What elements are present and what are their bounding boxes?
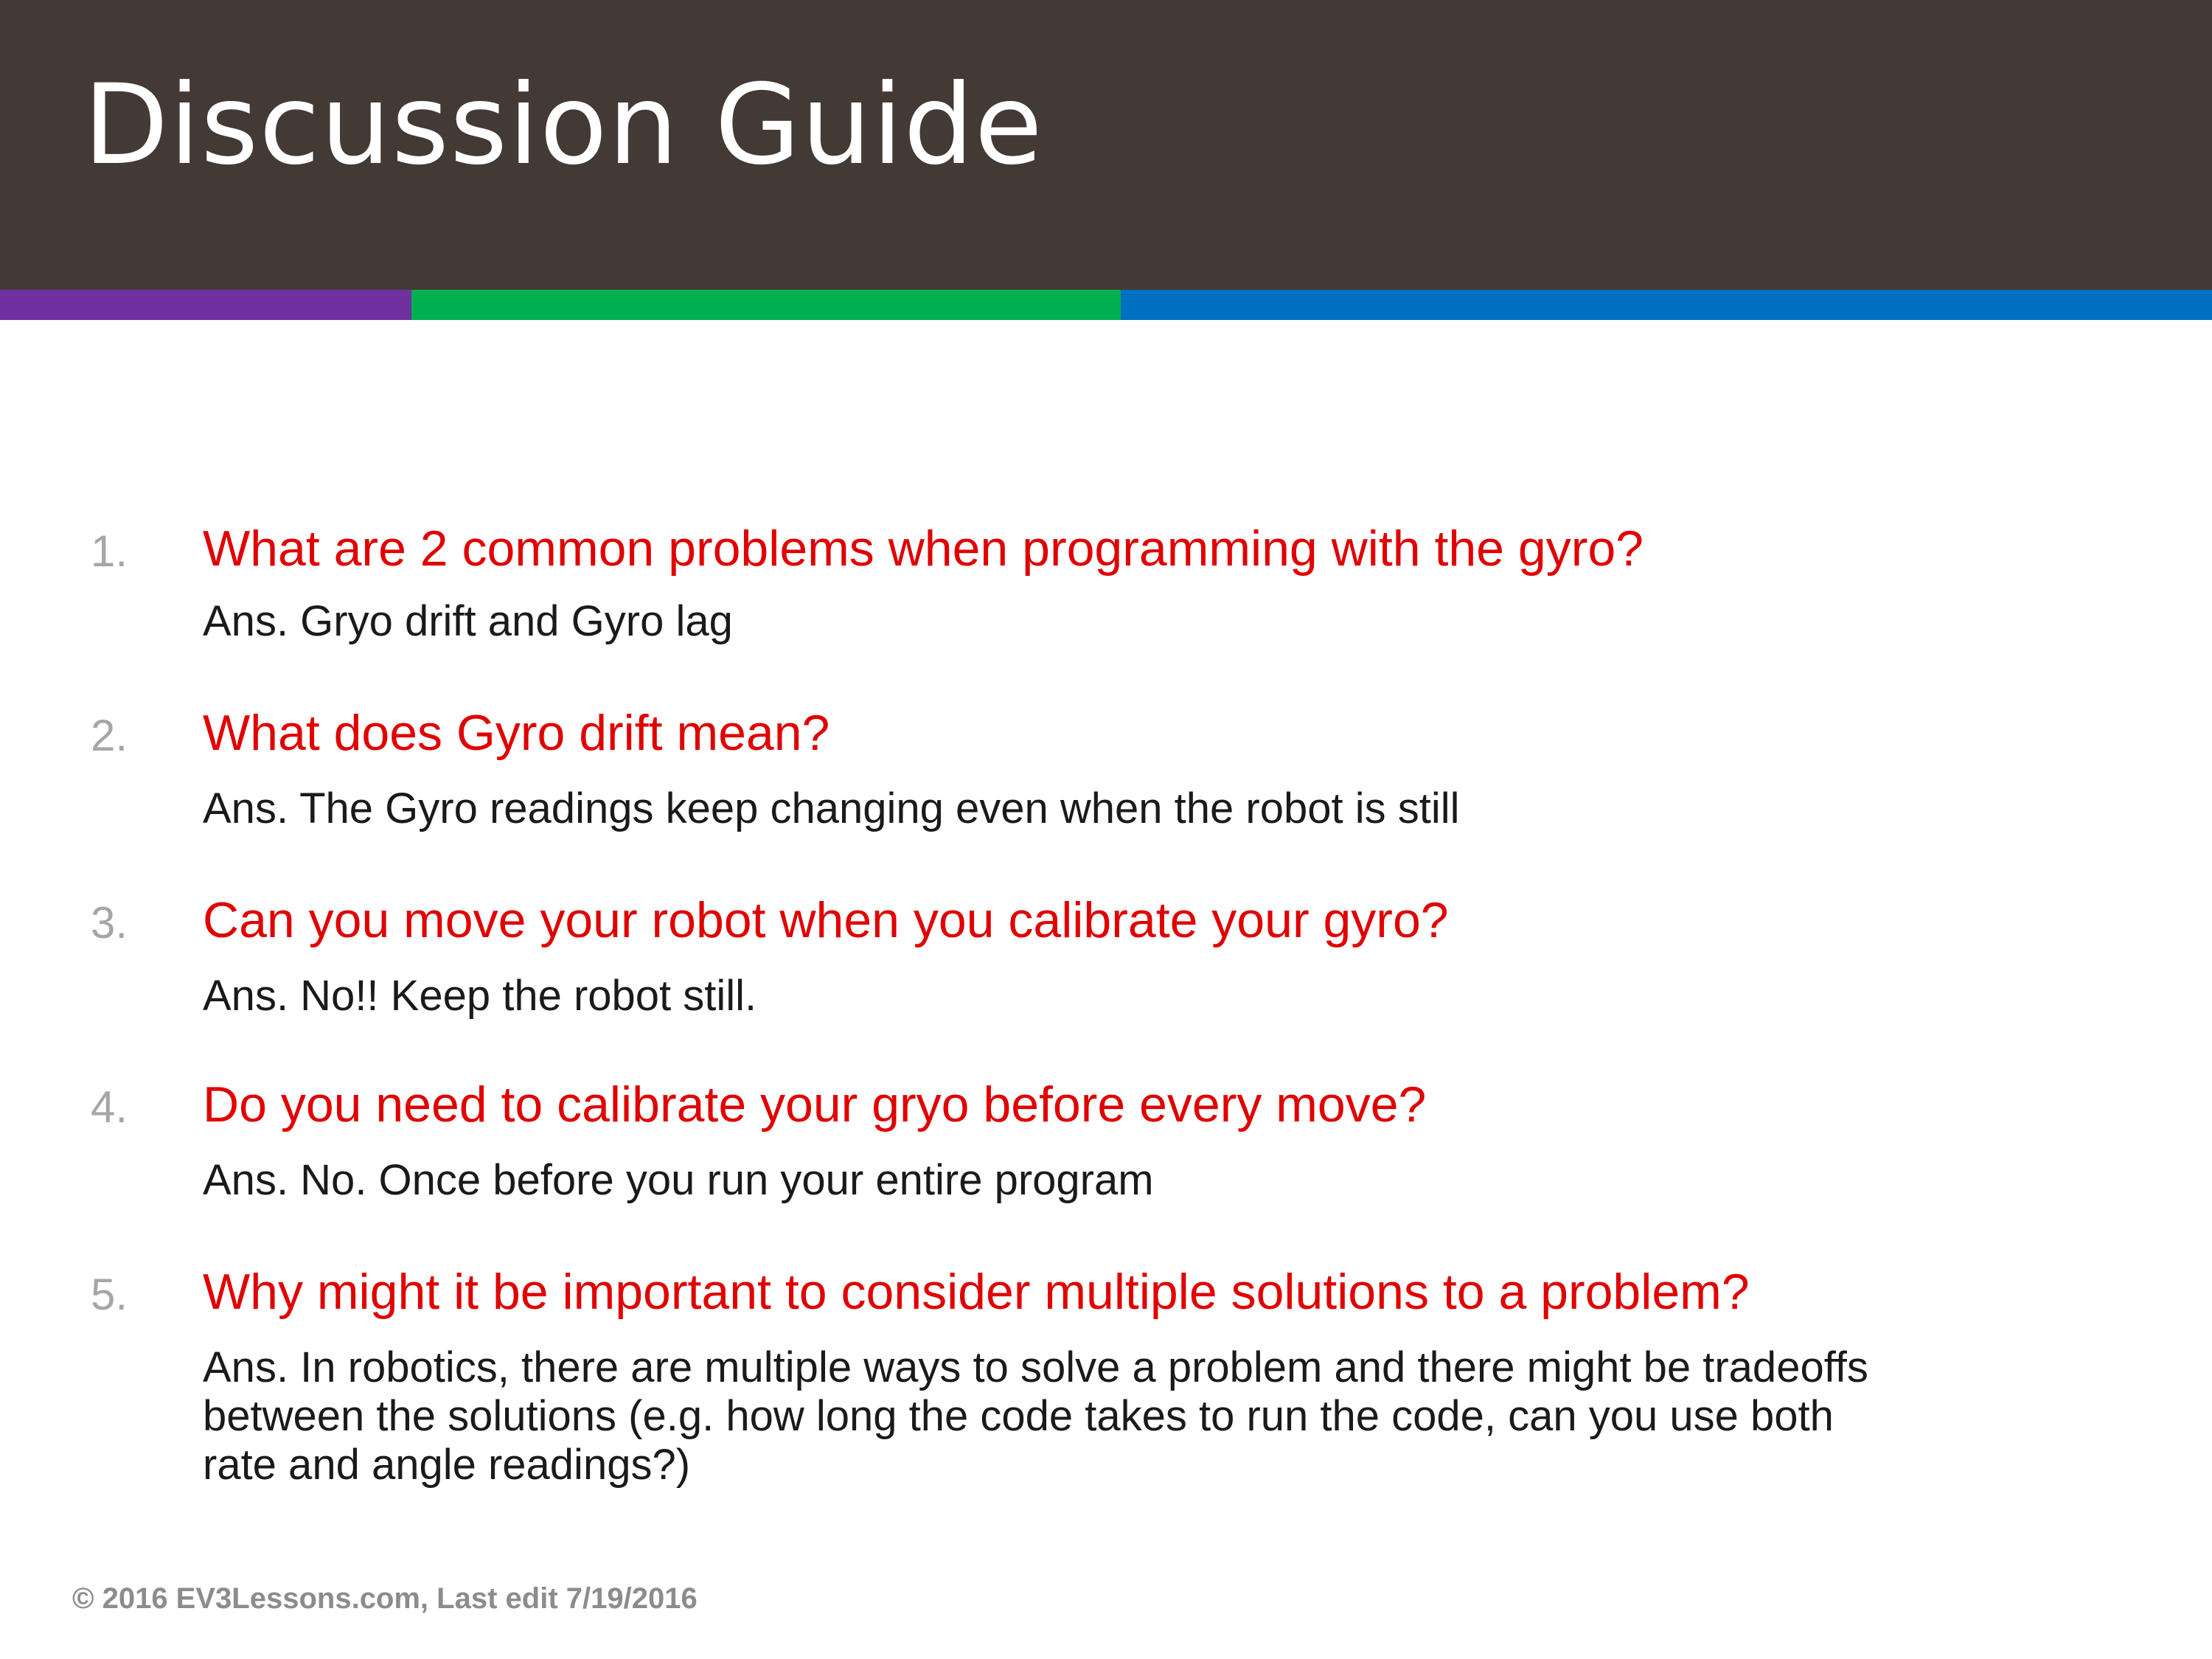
answer-line: Ans. No!! Keep the robot still. <box>203 972 757 1020</box>
question-text: Do you need to calibrate your gryo befor… <box>203 1077 1427 1133</box>
question-text: Why might it be important to consider mu… <box>203 1264 1750 1320</box>
answer-line: Ans. No. Once before you run your entire… <box>203 1156 1154 1204</box>
item-number: 5. <box>91 1270 128 1319</box>
answer-text: Ans. Gryo drift and Gyro lag <box>203 597 2135 646</box>
answer-line: Ans. In robotics, there are multiple way… <box>203 1343 1868 1391</box>
copyright-footer: © 2016 EV3Lessons.com, Last edit 7/19/20… <box>72 1582 698 1615</box>
question-list: 1. What are 2 common problems when progr… <box>0 0 2212 1659</box>
answer-text: Ans. In robotics, there are multiple way… <box>203 1343 2135 1489</box>
question-text: What does Gyro drift mean? <box>203 705 830 761</box>
answer-text: Ans. No!! Keep the robot still. <box>203 972 2135 1020</box>
answer-text: Ans. No. Once before you run your entire… <box>203 1156 2135 1205</box>
item-number: 3. <box>91 898 128 947</box>
answer-line: Ans. The Gyro readings keep changing eve… <box>203 785 1460 832</box>
item-number: 2. <box>91 711 128 760</box>
item-number: 1. <box>91 526 128 576</box>
question-text: What are 2 common problems when programm… <box>203 521 1644 577</box>
answer-text: Ans. The Gyro readings keep changing eve… <box>203 785 2135 833</box>
question-text: Can you move your robot when you calibra… <box>203 892 1449 948</box>
item-number: 4. <box>91 1082 128 1132</box>
answer-line: rate and angle readings?) <box>203 1441 691 1489</box>
answer-line: between the solutions (e.g. how long the… <box>203 1392 1834 1440</box>
answer-line: Ans. Gryo drift and Gyro lag <box>203 597 733 645</box>
